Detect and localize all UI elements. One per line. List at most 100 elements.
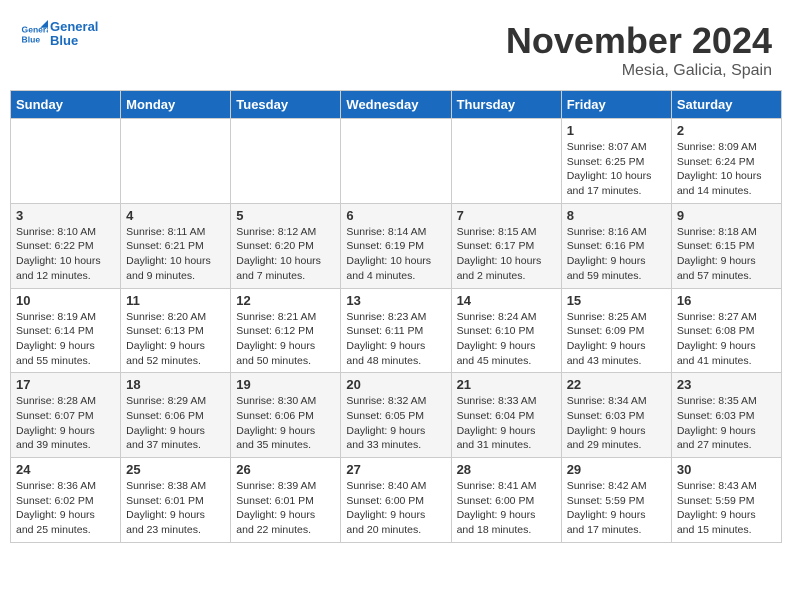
- day-number: 30: [677, 462, 776, 477]
- calendar-cell: 4 Sunrise: 8:11 AMSunset: 6:21 PMDaylight…: [121, 203, 231, 288]
- day-number: 29: [567, 462, 666, 477]
- day-number: 3: [16, 208, 115, 223]
- logo-text-line1: General: [50, 20, 98, 34]
- day-info: Sunrise: 8:11 AMSunset: 6:21 PMDaylight:…: [126, 225, 225, 284]
- day-info: Sunrise: 8:21 AMSunset: 6:12 PMDaylight:…: [236, 310, 335, 369]
- day-number: 27: [346, 462, 445, 477]
- calendar-cell: 6Sunrise: 8:14 AMSunset: 6:19 PMDaylight…: [341, 203, 451, 288]
- day-number: 22: [567, 377, 666, 392]
- calendar-cell: 5 Sunrise: 8:12 AMSunset: 6:20 PMDaylight…: [231, 203, 341, 288]
- calendar-week-row: 24 Sunrise: 8:36 AMSunset: 6:02 PMDayligh…: [11, 458, 782, 543]
- day-number: 4: [126, 208, 225, 223]
- logo: General Blue General Blue: [20, 20, 98, 49]
- day-info: Sunrise: 8:34 AMSunset: 6:03 PMDaylight:…: [567, 394, 666, 453]
- page-header: General Blue General Blue November 2024 …: [10, 10, 782, 85]
- calendar-cell: 19Sunrise: 8:30 AMSunset: 6:06 PMDayligh…: [231, 373, 341, 458]
- day-info: Sunrise: 8:19 AMSunset: 6:14 PMDaylight:…: [16, 310, 115, 369]
- calendar-cell: 25 Sunrise: 8:38 AMSunset: 6:01 PMDayligh…: [121, 458, 231, 543]
- day-number: 23: [677, 377, 776, 392]
- calendar-cell: 15 Sunrise: 8:25 AMSunset: 6:09 PMDayligh…: [561, 288, 671, 373]
- calendar-cell: 20 Sunrise: 8:32 AMSunset: 6:05 PMDayligh…: [341, 373, 451, 458]
- col-header-tuesday: Tuesday: [231, 91, 341, 119]
- day-number: 7: [457, 208, 556, 223]
- calendar-cell: 10 Sunrise: 8:19 AMSunset: 6:14 PMDayligh…: [11, 288, 121, 373]
- day-info: Sunrise: 8:33 AMSunset: 6:04 PMDaylight:…: [457, 394, 556, 453]
- day-number: 10: [16, 293, 115, 308]
- calendar-header-row: SundayMondayTuesdayWednesdayThursdayFrid…: [11, 91, 782, 119]
- col-header-monday: Monday: [121, 91, 231, 119]
- calendar-cell: 9 Sunrise: 8:18 AMSunset: 6:15 PMDaylight…: [671, 203, 781, 288]
- calendar-week-row: 17Sunrise: 8:28 AMSunset: 6:07 PMDayligh…: [11, 373, 782, 458]
- calendar-week-row: 10 Sunrise: 8:19 AMSunset: 6:14 PMDayligh…: [11, 288, 782, 373]
- day-number: 5: [236, 208, 335, 223]
- day-number: 15: [567, 293, 666, 308]
- calendar-cell: 8 Sunrise: 8:16 AMSunset: 6:16 PMDaylight…: [561, 203, 671, 288]
- svg-text:Blue: Blue: [22, 35, 41, 45]
- calendar-cell: 28 Sunrise: 8:41 AMSunset: 6:00 PMDayligh…: [451, 458, 561, 543]
- day-number: 1: [567, 123, 666, 138]
- col-header-friday: Friday: [561, 91, 671, 119]
- day-number: 20: [346, 377, 445, 392]
- day-info: Sunrise: 8:15 AMSunset: 6:17 PMDaylight:…: [457, 225, 556, 284]
- calendar-cell: 27 Sunrise: 8:40 AMSunset: 6:00 PMDayligh…: [341, 458, 451, 543]
- col-header-saturday: Saturday: [671, 91, 781, 119]
- day-info: Sunrise: 8:39 AMSunset: 6:01 PMDaylight:…: [236, 479, 335, 538]
- day-info: Sunrise: 8:40 AMSunset: 6:00 PMDaylight:…: [346, 479, 445, 538]
- calendar-cell: 17Sunrise: 8:28 AMSunset: 6:07 PMDayligh…: [11, 373, 121, 458]
- calendar-week-row: 1 Sunrise: 8:07 AMSunset: 6:25 PMDaylight…: [11, 119, 782, 204]
- day-info: Sunrise: 8:24 AMSunset: 6:10 PMDaylight:…: [457, 310, 556, 369]
- calendar-cell: 14 Sunrise: 8:24 AMSunset: 6:10 PMDayligh…: [451, 288, 561, 373]
- day-number: 8: [567, 208, 666, 223]
- calendar-cell: 23Sunrise: 8:35 AMSunset: 6:03 PMDayligh…: [671, 373, 781, 458]
- day-number: 14: [457, 293, 556, 308]
- calendar-cell: 12 Sunrise: 8:21 AMSunset: 6:12 PMDayligh…: [231, 288, 341, 373]
- calendar-cell: [341, 119, 451, 204]
- calendar-cell: 24 Sunrise: 8:36 AMSunset: 6:02 PMDayligh…: [11, 458, 121, 543]
- calendar-cell: 22 Sunrise: 8:34 AMSunset: 6:03 PMDayligh…: [561, 373, 671, 458]
- calendar-cell: [231, 119, 341, 204]
- calendar-cell: 7 Sunrise: 8:15 AMSunset: 6:17 PMDaylight…: [451, 203, 561, 288]
- day-info: Sunrise: 8:12 AMSunset: 6:20 PMDaylight:…: [236, 225, 335, 284]
- calendar-cell: 18 Sunrise: 8:29 AMSunset: 6:06 PMDayligh…: [121, 373, 231, 458]
- day-info: Sunrise: 8:16 AMSunset: 6:16 PMDaylight:…: [567, 225, 666, 284]
- calendar-week-row: 3 Sunrise: 8:10 AMSunset: 6:22 PMDaylight…: [11, 203, 782, 288]
- month-title: November 2024: [506, 20, 772, 62]
- col-header-thursday: Thursday: [451, 91, 561, 119]
- day-info: Sunrise: 8:18 AMSunset: 6:15 PMDaylight:…: [677, 225, 776, 284]
- calendar-cell: [121, 119, 231, 204]
- day-number: 24: [16, 462, 115, 477]
- day-info: Sunrise: 8:32 AMSunset: 6:05 PMDaylight:…: [346, 394, 445, 453]
- day-info: Sunrise: 8:36 AMSunset: 6:02 PMDaylight:…: [16, 479, 115, 538]
- col-header-sunday: Sunday: [11, 91, 121, 119]
- day-info: Sunrise: 8:30 AMSunset: 6:06 PMDaylight:…: [236, 394, 335, 453]
- calendar-cell: [11, 119, 121, 204]
- col-header-wednesday: Wednesday: [341, 91, 451, 119]
- calendar-cell: 30Sunrise: 8:43 AMSunset: 5:59 PMDayligh…: [671, 458, 781, 543]
- day-number: 25: [126, 462, 225, 477]
- calendar-cell: 21Sunrise: 8:33 AMSunset: 6:04 PMDayligh…: [451, 373, 561, 458]
- day-info: Sunrise: 8:38 AMSunset: 6:01 PMDaylight:…: [126, 479, 225, 538]
- calendar-cell: 16Sunrise: 8:27 AMSunset: 6:08 PMDayligh…: [671, 288, 781, 373]
- title-block: November 2024 Mesia, Galicia, Spain: [506, 20, 772, 80]
- day-info: Sunrise: 8:27 AMSunset: 6:08 PMDaylight:…: [677, 310, 776, 369]
- day-number: 9: [677, 208, 776, 223]
- day-info: Sunrise: 8:23 AMSunset: 6:11 PMDaylight:…: [346, 310, 445, 369]
- logo-text-line2: Blue: [50, 34, 98, 48]
- calendar-cell: 3 Sunrise: 8:10 AMSunset: 6:22 PMDaylight…: [11, 203, 121, 288]
- calendar-table: SundayMondayTuesdayWednesdayThursdayFrid…: [10, 90, 782, 543]
- day-number: 28: [457, 462, 556, 477]
- day-number: 18: [126, 377, 225, 392]
- day-info: Sunrise: 8:07 AMSunset: 6:25 PMDaylight:…: [567, 140, 666, 199]
- day-info: Sunrise: 8:41 AMSunset: 6:00 PMDaylight:…: [457, 479, 556, 538]
- day-number: 26: [236, 462, 335, 477]
- logo-icon: General Blue: [20, 20, 48, 48]
- calendar-cell: 13Sunrise: 8:23 AMSunset: 6:11 PMDayligh…: [341, 288, 451, 373]
- day-number: 12: [236, 293, 335, 308]
- day-info: Sunrise: 8:10 AMSunset: 6:22 PMDaylight:…: [16, 225, 115, 284]
- calendar-cell: 26 Sunrise: 8:39 AMSunset: 6:01 PMDayligh…: [231, 458, 341, 543]
- day-info: Sunrise: 8:25 AMSunset: 6:09 PMDaylight:…: [567, 310, 666, 369]
- day-info: Sunrise: 8:29 AMSunset: 6:06 PMDaylight:…: [126, 394, 225, 453]
- day-number: 6: [346, 208, 445, 223]
- day-number: 17: [16, 377, 115, 392]
- day-number: 11: [126, 293, 225, 308]
